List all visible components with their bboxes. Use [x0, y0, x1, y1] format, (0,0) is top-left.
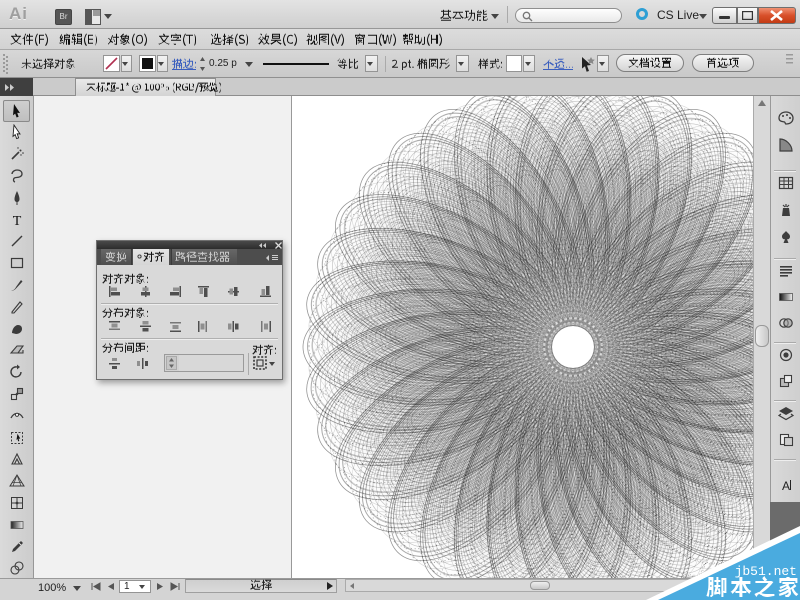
svg-text:jb51.net: jb51.net	[735, 564, 797, 579]
